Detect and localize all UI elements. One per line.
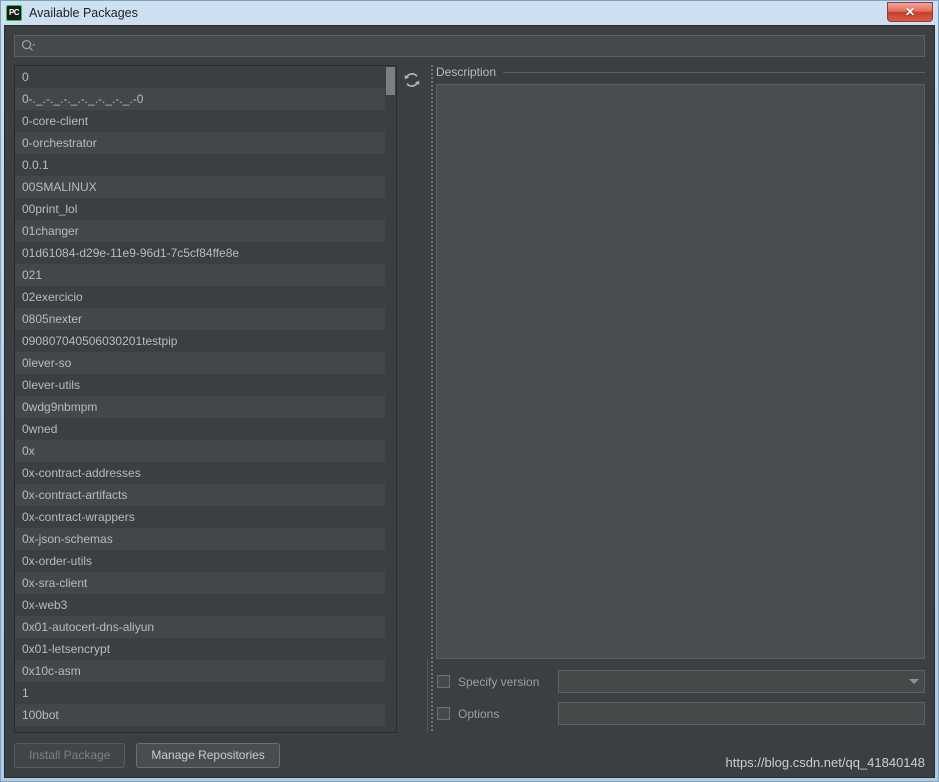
description-content [436,84,925,659]
search-field[interactable] [14,35,925,57]
package-list-item[interactable]: 0 [15,66,385,88]
package-list-item[interactable]: 0805nexter [15,308,385,330]
package-list-item[interactable]: 01changer [15,220,385,242]
package-list-pane: 0 0-._.-._.-._.-._.-._.-._.-0 0-core-clien… [14,65,397,733]
package-list-scrollbar[interactable] [385,66,396,732]
description-pane: Description Specify version Options [427,65,925,733]
options-label: Options [458,706,500,721]
app-icon-text: PC [8,8,20,17]
package-list-item[interactable]: 02exercicio [15,286,385,308]
package-list[interactable]: 0 0-._.-._.-._.-._.-._.-._.-0 0-core-clien… [15,66,385,732]
footer-bar: Install Package Manage Repositories http… [5,733,934,777]
options-row: Options [437,702,925,725]
specify-version-label: Specify version [458,674,540,689]
specify-version-checkbox[interactable] [437,675,450,688]
watermark-text: https://blog.csdn.net/qq_41840148 [725,755,926,770]
package-list-item[interactable]: 0x [15,440,385,462]
pycharm-pc-icon: PC [6,5,22,21]
options-textfield[interactable] [558,702,925,725]
package-list-item[interactable]: 0x10c-asm [15,660,385,682]
search-input[interactable] [39,39,918,53]
package-list-item[interactable]: 0lever-so [15,352,385,374]
available-packages-window: PC Available Packages ✕ 0 0-._.-._.-._.-… [0,0,939,782]
pane-splitter[interactable] [427,65,436,733]
options-checkbox[interactable] [437,707,450,720]
manage-repositories-button[interactable]: Manage Repositories [136,742,280,768]
package-list-item[interactable]: 0-._.-._.-._.-._.-._.-._.-0 [15,88,385,110]
dialog-body: 0 0-._.-._.-._.-._.-._.-._.-0 0-core-clien… [4,25,935,778]
close-button[interactable]: ✕ [887,2,933,22]
refresh-icon[interactable] [403,71,421,89]
package-list-item[interactable]: 0x-contract-artifacts [15,484,385,506]
description-legend: Description [436,65,925,84]
version-combobox[interactable] [558,670,925,693]
chevron-down-icon[interactable] [909,679,919,684]
refresh-column [397,65,427,733]
splitter-grip [430,65,433,733]
close-icon: ✕ [904,5,916,19]
package-list-item[interactable]: 0wned [15,418,385,440]
package-list-item[interactable]: 021 [15,264,385,286]
package-list-item[interactable]: 0x01-letsencrypt [15,638,385,660]
split-area: 0 0-._.-._.-._.-._.-._.-._.-0 0-core-clien… [14,65,925,733]
legend-rule [503,71,925,73]
package-list-item[interactable]: 100bot [15,704,385,726]
scrollbar-thumb[interactable] [386,67,395,95]
options-area: Specify version Options [427,659,925,733]
package-list-item[interactable]: 0x-contract-addresses [15,462,385,484]
package-list-item[interactable]: 0x-contract-wrappers [15,506,385,528]
package-list-item[interactable]: 0.0.1 [15,154,385,176]
window-title: Available Packages [29,6,138,20]
package-list-item[interactable]: 090807040506030201testpip [15,330,385,352]
package-list-item[interactable]: 00SMALINUX [15,176,385,198]
install-package-button[interactable]: Install Package [14,742,126,768]
package-list-item[interactable]: 1 [15,682,385,704]
package-list-item[interactable]: 0x-sra-client [15,572,385,594]
package-list-item[interactable]: 0lever-utils [15,374,385,396]
description-label: Description [436,65,497,79]
package-list-item[interactable]: 0wdg9nbmpm [15,396,385,418]
package-list-item[interactable]: 0-orchestrator [15,132,385,154]
version-input[interactable] [564,674,905,689]
package-list-item[interactable]: 0x01-autocert-dns-aliyun [15,616,385,638]
package-list-item[interactable]: 0x-order-utils [15,550,385,572]
options-input[interactable] [564,706,919,721]
package-list-item[interactable]: 01d61084-d29e-11e9-96d1-7c5cf84ffe8e [15,242,385,264]
package-list-item[interactable]: 00print_lol [15,198,385,220]
search-icon[interactable] [21,39,35,53]
search-row [14,35,925,65]
package-list-item[interactable]: 0x-json-schemas [15,528,385,550]
title-bar[interactable]: PC Available Packages ✕ [1,1,938,25]
package-list-item[interactable]: 0x-web3 [15,594,385,616]
package-list-item[interactable]: 0-core-client [15,110,385,132]
specify-version-row: Specify version [437,670,925,693]
